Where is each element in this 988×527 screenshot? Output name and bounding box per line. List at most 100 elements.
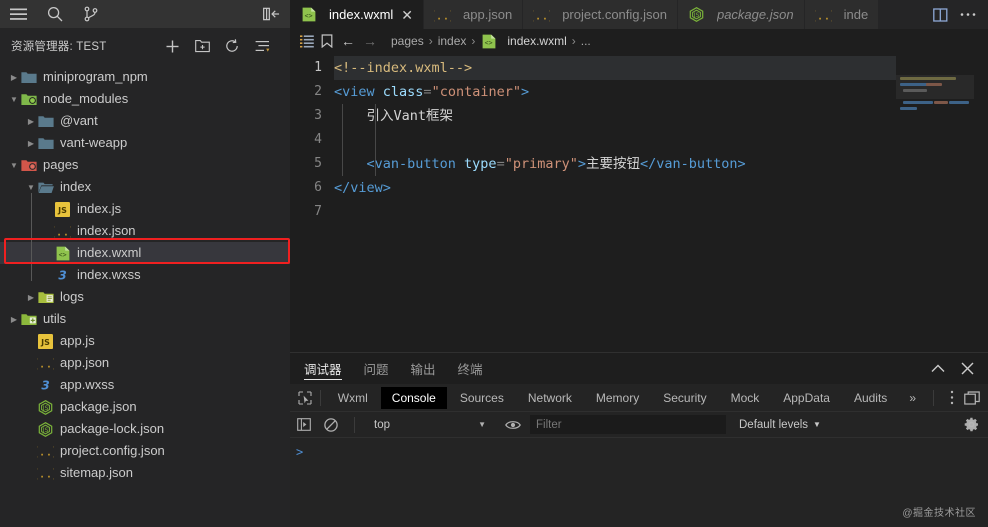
tree-file-row[interactable]: {..} index.json	[0, 220, 290, 242]
panel-tabs[interactable]: 调试器 问题 输出 终端	[304, 353, 483, 384]
devtools-tab[interactable]: Wxml	[327, 387, 379, 409]
devtools-overflow-button[interactable]: »	[898, 387, 927, 409]
minimap-line	[900, 77, 956, 80]
code-line[interactable]: <!--index.wxml-->	[334, 56, 904, 80]
devtools-tab[interactable]: Mock	[720, 387, 771, 409]
folder-icon	[37, 113, 54, 129]
tree-file-row[interactable]: JS index.js	[0, 198, 290, 220]
editor-minimap[interactable]	[896, 53, 974, 352]
devtools-tab[interactable]: Memory	[585, 387, 650, 409]
breadcrumb-item[interactable]: index	[438, 34, 467, 48]
more-actions-icon[interactable]	[960, 12, 976, 17]
code-line[interactable]: 引入Vant框架	[334, 104, 988, 128]
code-line[interactable]: <van-button type="primary">主要按钮</van-but…	[334, 152, 988, 176]
panel-tab[interactable]: 问题	[364, 353, 389, 384]
code-token: <view	[334, 84, 383, 100]
code-editor[interactable]: 1234567 <!--index.wxml--> <view class="co…	[290, 53, 988, 352]
panel-tab[interactable]: 输出	[411, 353, 436, 384]
code-token: =	[496, 156, 505, 172]
breadcrumb-separator: ›	[428, 34, 433, 48]
source-control-icon[interactable]	[82, 6, 99, 23]
tree-file-row[interactable]: <> index.wxml	[0, 242, 290, 264]
clear-console-icon[interactable]	[321, 415, 341, 435]
breadcrumb-item[interactable]: <> index.wxml	[480, 33, 567, 49]
tree-file-row[interactable]: {..} sitemap.json	[0, 462, 290, 484]
chevron-up-icon[interactable]	[931, 364, 945, 373]
tree-file-row[interactable]: 3 app.wxss	[0, 374, 290, 396]
collapse-sidebar-icon[interactable]	[263, 6, 280, 23]
split-editor-icon[interactable]	[933, 7, 948, 22]
chevron-right-icon[interactable]: ▶	[8, 308, 20, 330]
code-content[interactable]: <!--index.wxml--> <view class="container"…	[334, 53, 988, 352]
breadcrumb-items[interactable]: pages › index › <> index.wxml ›...	[391, 33, 591, 49]
new-folder-icon[interactable]	[194, 38, 210, 54]
tab-close-icon[interactable]: ✕	[401, 8, 413, 22]
console-context-select[interactable]: top ▼	[368, 419, 496, 431]
editor-tab[interactable]: {..} inde	[804, 0, 880, 29]
devtools-tab-bar[interactable]: Wxml Console Sources Network Memory Security M…	[290, 384, 988, 412]
editor-tab[interactable]: {..} app.json	[424, 0, 524, 29]
tree-item-label: app.json	[60, 355, 110, 370]
editor-tab[interactable]: JS package.json	[677, 0, 805, 29]
file-tree[interactable]: ▶ miniprogram_npm ▼ node_modules ▶ @vant ▶ vant…	[0, 61, 290, 527]
console-levels-select[interactable]: Default levels ▼	[739, 419, 821, 431]
tree-file-row[interactable]: 3 index.wxss	[0, 264, 290, 286]
inspect-element-icon[interactable]	[296, 387, 314, 409]
devtools-tab[interactable]: Network	[517, 387, 583, 409]
devtools-tab[interactable]: Security	[652, 387, 717, 409]
tree-file-row[interactable]: JS package-lock.json	[0, 418, 290, 440]
chevron-down-icon[interactable]: ▼	[8, 88, 20, 110]
chevron-right-icon[interactable]: ▶	[25, 110, 37, 132]
code-line[interactable]	[334, 200, 988, 224]
chevron-right-icon[interactable]: ▶	[25, 286, 37, 308]
tree-file-row[interactable]: JS package.json	[0, 396, 290, 418]
code-line[interactable]	[334, 128, 988, 152]
live-expression-icon[interactable]	[503, 415, 523, 435]
tree-folder-row[interactable]: ▼ index	[0, 176, 290, 198]
bookmark-icon[interactable]	[317, 31, 337, 51]
new-file-icon[interactable]	[164, 38, 180, 54]
svg-text:{..}: {..}	[37, 444, 54, 458]
menu-icon[interactable]	[10, 6, 27, 23]
tree-folder-row[interactable]: ▶ miniprogram_npm	[0, 66, 290, 88]
nav-back-icon[interactable]: ←	[337, 31, 359, 51]
editor-scrollbar[interactable]	[974, 53, 988, 352]
tree-file-row[interactable]: {..} project.config.json	[0, 440, 290, 462]
tree-folder-row[interactable]: ▶ logs	[0, 286, 290, 308]
search-icon[interactable]	[46, 6, 63, 23]
tree-folder-row[interactable]: ▼ node_modules	[0, 88, 290, 110]
console-sidebar-icon[interactable]	[294, 415, 314, 435]
tree-folder-row[interactable]: ▼ pages	[0, 154, 290, 176]
close-icon[interactable]	[961, 362, 974, 375]
gear-icon[interactable]	[964, 417, 988, 432]
tree-folder-row[interactable]: ▶ utils	[0, 308, 290, 330]
panel-tab[interactable]: 调试器	[304, 353, 342, 384]
devtools-tab[interactable]: AppData	[772, 387, 841, 409]
tree-folder-row[interactable]: ▶ @vant	[0, 110, 290, 132]
breadcrumb-item[interactable]: pages	[391, 34, 424, 48]
devtools-tab[interactable]: Sources	[449, 387, 515, 409]
code-line[interactable]: </view>	[334, 176, 988, 200]
collapse-all-icon[interactable]	[254, 38, 270, 54]
nav-forward-icon[interactable]: →	[359, 31, 381, 51]
panel-tab[interactable]: 终端	[458, 353, 483, 384]
breadcrumb-item[interactable]: ...	[581, 34, 591, 48]
refresh-icon[interactable]	[224, 38, 240, 54]
console-filter-input[interactable]	[530, 415, 726, 434]
editor-tab[interactable]: {..} project.config.json	[523, 0, 678, 29]
more-vertical-icon[interactable]	[950, 390, 954, 405]
chevron-right-icon[interactable]: ▶	[8, 66, 20, 88]
editor-tab[interactable]: <> index.wxml ✕	[290, 0, 425, 29]
devtools-tab[interactable]: Console	[380, 386, 447, 409]
console-output[interactable]: >	[290, 438, 988, 527]
dock-side-icon[interactable]	[964, 390, 980, 405]
editor-tab-bar[interactable]: <> index.wxml ✕ {..} app.json {..} project.con…	[290, 0, 988, 29]
devtools-tab[interactable]: Audits	[843, 387, 898, 409]
tree-file-row[interactable]: {..} app.json	[0, 352, 290, 374]
tree-folder-row[interactable]: ▶ vant-weapp	[0, 132, 290, 154]
chevron-down-icon[interactable]: ▼	[8, 154, 20, 176]
chevron-right-icon[interactable]: ▶	[25, 132, 37, 154]
outline-icon[interactable]	[297, 31, 317, 51]
tree-file-row[interactable]: JS app.js	[0, 330, 290, 352]
code-line[interactable]: <view class="container">	[334, 80, 988, 104]
